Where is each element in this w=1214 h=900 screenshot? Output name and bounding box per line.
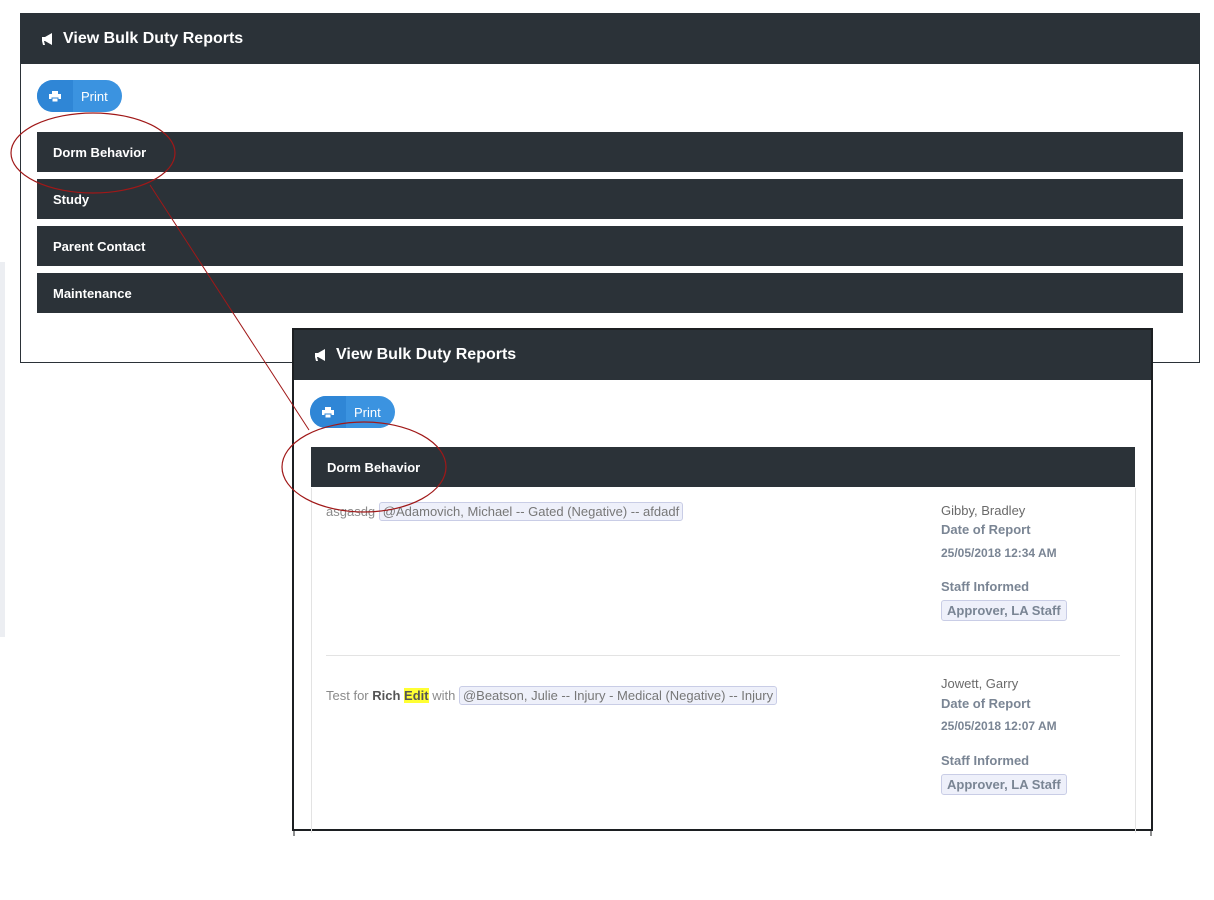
report-text: asgasdg @Adamovich, Michael -- Gated (Ne… xyxy=(326,502,684,521)
printer-icon xyxy=(37,80,73,112)
print-label: Print xyxy=(81,88,108,104)
mention-tag[interactable]: @Adamovich, Michael -- Gated (Negative) … xyxy=(378,502,684,521)
section-maintenance[interactable]: Maintenance xyxy=(37,273,1183,313)
front-panel-title: View Bulk Duty Reports xyxy=(336,346,517,363)
printer-icon xyxy=(310,396,346,428)
section-dorm-behavior-expanded[interactable]: Dorm Behavior xyxy=(311,447,1135,487)
date-label: Date of Report xyxy=(941,522,1031,537)
megaphone-icon xyxy=(41,32,57,46)
staff-badge: Approver, LA Staff xyxy=(941,774,1067,795)
report-divider xyxy=(326,655,1120,656)
print-label: Print xyxy=(354,404,381,420)
print-button[interactable]: Print xyxy=(310,396,395,428)
report-author: Gibby, Bradley xyxy=(941,503,1026,518)
date-label: Date of Report xyxy=(941,696,1031,711)
mention-tag[interactable]: @Beatson, Julie -- Injury - Medical (Neg… xyxy=(458,686,778,705)
back-panel-header: View Bulk Duty Reports xyxy=(21,14,1199,64)
section-parent-contact[interactable]: Parent Contact xyxy=(37,226,1183,266)
megaphone-icon xyxy=(314,348,330,362)
report-date: 25/05/2018 12:34 AM xyxy=(941,546,1057,560)
section-study[interactable]: Study xyxy=(37,179,1183,219)
left-edge-strip xyxy=(0,262,5,637)
staff-badge: Approver, LA Staff xyxy=(941,600,1067,621)
staff-label: Staff Informed xyxy=(941,579,1030,594)
staff-label: Staff Informed xyxy=(941,753,1030,768)
report-author: Jowett, Garry xyxy=(941,676,1019,691)
front-panel-header: View Bulk Duty Reports xyxy=(294,330,1151,380)
print-button[interactable]: Print xyxy=(37,80,122,112)
back-panel-title: View Bulk Duty Reports xyxy=(63,30,244,47)
section-dorm-behavior[interactable]: Dorm Behavior xyxy=(37,132,1183,172)
report-date: 25/05/2018 12:07 AM xyxy=(941,719,1057,733)
report-text: Test for Rich Edit with @Beatson, Julie … xyxy=(326,686,778,705)
